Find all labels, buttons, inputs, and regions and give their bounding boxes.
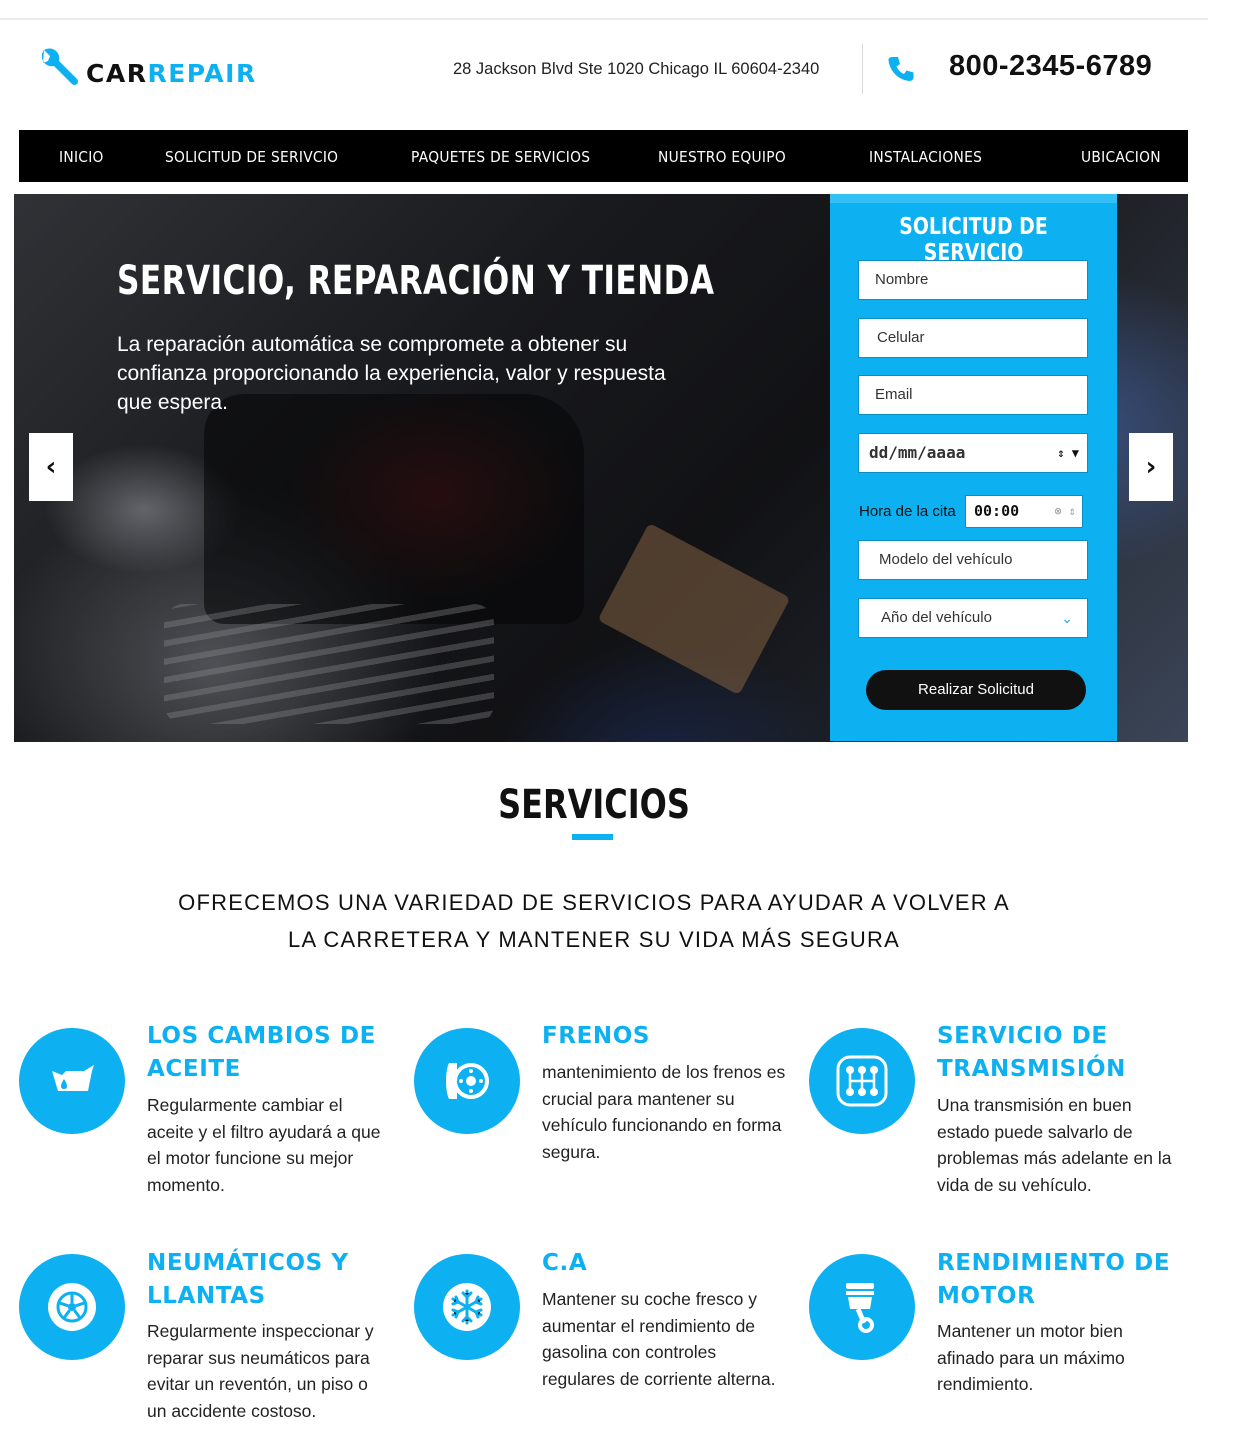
services-subtitle-line1: OFRECEMOS UNA VARIEDAD DE SERVICIOS PARA… [178,890,1010,915]
service-icon-circle [414,1028,520,1134]
nav-item-instalaciones[interactable]: INSTALACIONES [869,130,982,182]
service-icon-circle [19,1028,125,1134]
time-label: Hora de la cita [859,503,956,520]
top-divider [0,18,1208,20]
slider-prev-button[interactable]: ‹ [29,433,73,501]
service-desc-engine: Mantener un motor bien afinado para un m… [937,1321,1125,1395]
date-spinner-icon[interactable]: ⇕ ▼ [1057,434,1079,472]
hero-text: La reparación automática se compromete a… [117,333,666,414]
service-request-form: SOLICITUD DE SERVICIO Nombre Celular Ema… [830,194,1117,741]
time-field[interactable]: 00:00 ⊗ ⇕ [965,495,1083,528]
brake-disc-icon [446,1063,489,1099]
service-title-brakes: FRENOS [542,1023,651,1049]
nav-item-paquetes[interactable]: PAQUETES DE SERVICIOS [411,130,590,182]
brand-logo[interactable]: CARREPAIR [38,46,257,88]
service-title-ac: C.A [542,1250,588,1276]
service-icon-circle [809,1028,915,1134]
service-title-tires: NEUMÁTICOS Y LLANTAS [147,1250,349,1309]
phone-icon [888,57,914,81]
service-desc-oil: Regularmente cambiar el aceite y el filt… [147,1095,381,1195]
time-value: 00:00 [974,502,1020,520]
brand-name-part1: CAR [86,58,148,88]
nav-item-solicitud[interactable]: SOLICITUD DE SERIVCIO [165,130,338,182]
email-field[interactable]: Email [858,375,1088,415]
services-title: SERVICIOS [498,782,690,828]
form-title: SOLICITUD DE SERVICIO [899,214,1048,266]
service-desc-ac: Mantener su coche fresco y aumentar el r… [542,1289,776,1389]
chevron-left-icon: ‹ [45,452,57,482]
name-field[interactable]: Nombre [858,260,1088,300]
service-title-oil: LOS CAMBIOS DE ACEITE [147,1023,376,1082]
chevron-down-icon: ⌄ [1061,610,1073,626]
submit-request-button[interactable]: Realizar Solicitud [866,670,1086,710]
wheel-icon [48,1283,96,1331]
chevron-right-icon: › [1145,452,1157,482]
wrench-icon [41,48,79,86]
year-select[interactable]: Año del vehículo ⌄ [858,598,1088,638]
service-title-transmission: SERVICIO DE TRANSMISIÓN [937,1023,1126,1082]
services-subtitle: OFRECEMOS UNA VARIEDAD DE SERVICIOS PARA… [130,884,1058,958]
slider-next-button[interactable]: › [1129,433,1173,501]
gearshift-icon [836,1055,888,1107]
hero-title: SERVICIO, REPARACIÓN Y TIENDA [117,258,715,304]
nav-item-inicio[interactable]: INICIO [59,130,104,182]
service-icon-circle [19,1254,125,1360]
year-select-value: Año del vehículo [881,609,992,626]
clear-spinner-icon[interactable]: ⊗ ⇕ [1054,496,1076,527]
services-title-underline [572,834,613,840]
service-icon-circle [809,1254,915,1360]
main-nav: INICIO SOLICITUD DE SERIVCIO PAQUETES DE… [19,130,1188,182]
service-desc-transmission: Una transmisión en buen estado puede sal… [937,1095,1172,1195]
header-address: 28 Jackson Blvd Ste 1020 Chicago IL 6060… [453,60,820,78]
model-field[interactable]: Modelo del vehículo [858,540,1088,580]
form-top-strip [830,194,1117,203]
brand-name: CARREPAIR [86,59,257,88]
piston-icon [846,1283,874,1333]
service-desc-tires: Regularmente inspeccionar y reparar sus … [147,1321,374,1421]
date-field[interactable]: dd/mm/aaaa ⇕ ▼ [858,433,1088,473]
nav-item-ubicacion[interactable]: UBICACION [1081,130,1161,182]
header-divider [862,44,863,94]
header-phone[interactable]: 800-2345-6789 [949,50,1152,83]
services-subtitle-line2: LA CARRETERA Y MANTENER SU VIDA MÁS SEGU… [288,927,900,952]
cell-field[interactable]: Celular [858,318,1088,358]
service-title-engine: RENDIMIENTO DE MOTOR [937,1250,1171,1309]
service-icon-circle [414,1254,520,1360]
service-desc-brakes: mantenimiento de los frenos es crucial p… [542,1062,786,1162]
date-value: dd/mm/aaaa [869,443,966,462]
oil-can-icon [52,1065,94,1091]
snowflake-icon [443,1283,491,1331]
nav-item-equipo[interactable]: NUESTRO EQUIPO [658,130,786,182]
brand-name-part2: REPAIR [147,58,257,88]
